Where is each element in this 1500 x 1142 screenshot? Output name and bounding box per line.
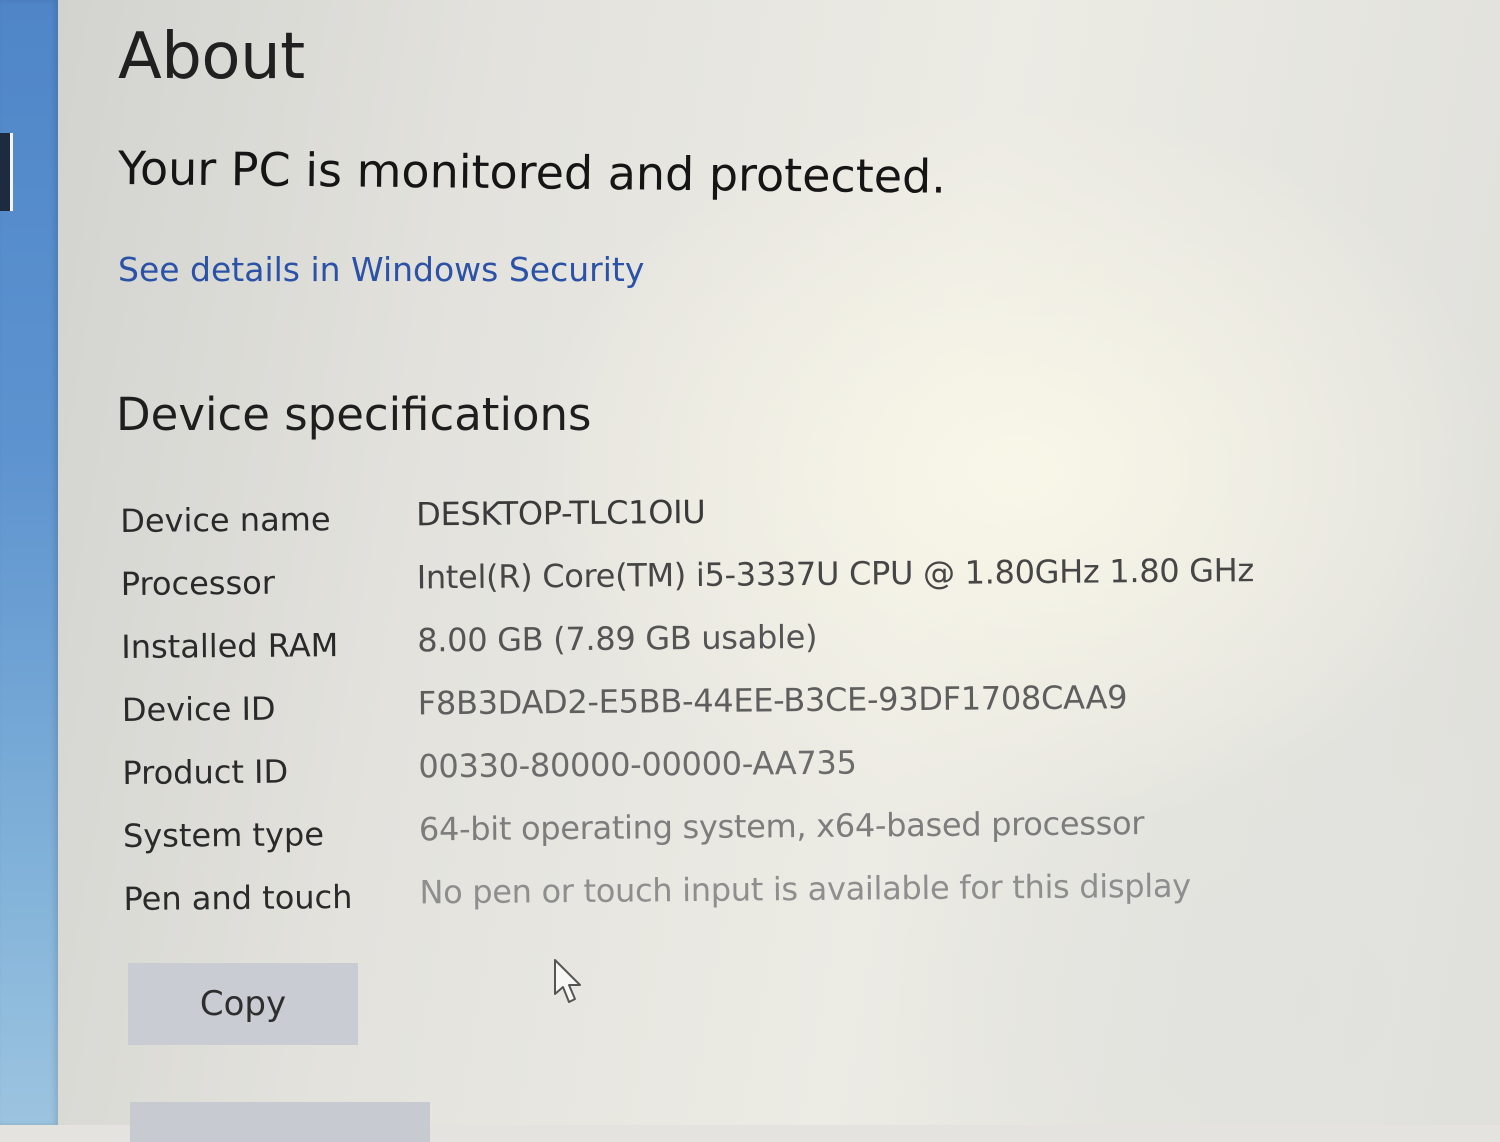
spec-value: Intel(R) Core(TM) i5-3337U CPU @ 1.80GHz… (416, 551, 1255, 597)
spec-label: Device name (120, 500, 331, 540)
spec-row-system-type: System type 64-bit operating system, x64… (121, 801, 1322, 874)
spec-label: Product ID (122, 752, 289, 792)
spec-row-product-id: Product ID 00330-80000-00000-AA735 (120, 738, 1321, 811)
spec-label: Installed RAM (121, 626, 339, 666)
spec-label: System type (122, 815, 325, 855)
spec-label: Device ID (121, 689, 276, 729)
spec-value: F8B3DAD2-E5BB-44EE-B3CE-93DF1708CAA9 (417, 678, 1128, 723)
spec-row-pen-and-touch: Pen and touch No pen or touch input is a… (121, 864, 1322, 937)
spec-row-device-name: Device name DESKTOP-TLC1OIU (118, 486, 1319, 559)
page-title: About (118, 20, 305, 94)
spec-label: Pen and touch (123, 877, 353, 918)
spec-row-processor: Processor Intel(R) Core(TM) i5-3337U CPU… (119, 549, 1320, 622)
spec-value: 8.00 GB (7.89 GB usable) (417, 617, 818, 660)
spec-row-device-id: Device ID F8B3DAD2-E5BB-44EE-B3CE-93DF17… (120, 675, 1321, 748)
about-page: About Your PC is monitored and protected… (116, 0, 1478, 1142)
navigation-sidebar (0, 0, 58, 1125)
spec-value: No pen or touch input is available for t… (419, 866, 1191, 912)
device-specifications-table: Device name DESKTOP-TLC1OIU Processor In… (118, 486, 1322, 937)
spec-value: 00330-80000-00000-AA735 (418, 743, 857, 786)
spec-value: 64-bit operating system, x64-based proce… (418, 804, 1145, 849)
settings-window: About Your PC is monitored and protected… (0, 0, 1500, 1142)
device-specifications-heading: Device specifications (116, 388, 592, 441)
copy-button[interactable]: Copy (128, 963, 358, 1045)
mouse-pointer-icon (554, 959, 581, 1003)
windows-security-link[interactable]: See details in Windows Security (118, 250, 644, 289)
spec-row-installed-ram: Installed RAM 8.00 GB (7.89 GB usable) (119, 612, 1320, 685)
sidebar-selected-indicator[interactable] (0, 133, 13, 211)
spec-value: DESKTOP-TLC1OIU (416, 492, 706, 534)
rename-pc-button[interactable] (130, 1102, 430, 1142)
spec-label: Processor (120, 563, 276, 603)
security-status-text: Your PC is monitored and protected. (117, 141, 947, 204)
